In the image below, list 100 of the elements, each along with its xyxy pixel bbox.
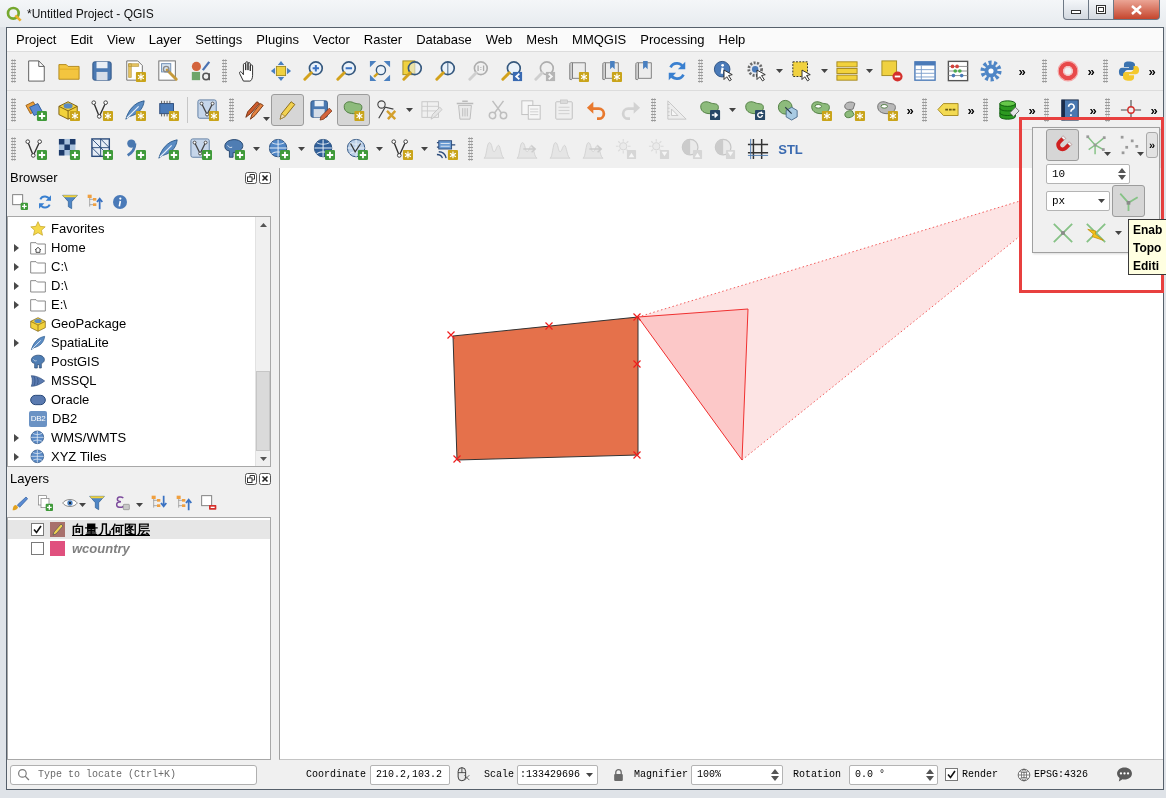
- expand-arrow-icon[interactable]: [14, 281, 19, 290]
- table-icon[interactable]: [913, 60, 936, 82]
- expand-arrow-icon[interactable]: [14, 338, 19, 347]
- info-icon[interactable]: [112, 193, 128, 210]
- caret-icon[interactable]: [586, 772, 594, 777]
- more-tools-button[interactable]: »: [1145, 59, 1159, 83]
- checkbox[interactable]: [945, 768, 959, 781]
- tree-up-arrow-icon[interactable]: [176, 494, 192, 511]
- more-tools-button[interactable]: »: [1146, 132, 1158, 158]
- ring-icon[interactable]: [1056, 60, 1079, 82]
- tree-item[interactable]: WMS/WMTS: [51, 430, 127, 445]
- layer-row[interactable]: wcountry: [8, 539, 270, 558]
- menu-item[interactable]: Raster: [356, 30, 410, 49]
- menu-item[interactable]: Mesh: [519, 30, 566, 49]
- floppy-pencil-icon[interactable]: [309, 99, 332, 121]
- text-tool-button[interactable]: STL: [774, 136, 807, 162]
- scroll-down-icon[interactable]: [259, 457, 267, 461]
- expand-arrow-icon[interactable]: [14, 300, 19, 309]
- crs-button[interactable]: EPSG:4326: [1017, 767, 1089, 782]
- layer-row[interactable]: 向量几何图层: [8, 520, 270, 539]
- menu-item[interactable]: Plugins: [249, 30, 306, 49]
- expand-arrow-icon[interactable]: [14, 262, 19, 271]
- speech-bubble-icon[interactable]: [1116, 766, 1134, 783]
- caret-icon[interactable]: [1098, 199, 1105, 203]
- funnel-icon[interactable]: [89, 494, 105, 511]
- refresh-icon[interactable]: [37, 193, 53, 210]
- style-shapes-icon[interactable]: [189, 60, 212, 82]
- plug-server-icon[interactable]: [435, 138, 458, 160]
- maximize-button[interactable]: [1089, 0, 1114, 20]
- tree-item[interactable]: XYZ Tiles: [51, 449, 107, 464]
- spin-arrows-icon[interactable]: [926, 768, 935, 781]
- vertex-star-icon[interactable]: [90, 99, 113, 121]
- checkbox[interactable]: [31, 523, 44, 536]
- caret-icon[interactable]: [420, 147, 428, 151]
- snake-icon[interactable]: [1117, 60, 1140, 82]
- tree-item[interactable]: Favorites: [51, 221, 105, 236]
- tree-up-arrow-icon[interactable]: [87, 193, 103, 210]
- tree-item[interactable]: SpatiaLite: [51, 335, 109, 350]
- caret-icon[interactable]: [775, 69, 783, 73]
- caret-icon[interactable]: [865, 69, 873, 73]
- scroll-pin-icon[interactable]: [632, 60, 655, 82]
- menu-item[interactable]: MMQGIS: [565, 30, 634, 49]
- tree-down-arrow-icon[interactable]: [151, 494, 167, 511]
- tree-item[interactable]: Home: [51, 240, 86, 255]
- square-no-entry-icon[interactable]: [880, 60, 903, 82]
- caret-icon[interactable]: [1104, 152, 1111, 156]
- tree-item[interactable]: GeoPackage: [51, 316, 127, 331]
- close-button[interactable]: [1114, 0, 1160, 20]
- caret-icon[interactable]: [297, 147, 305, 151]
- render-label[interactable]: Render: [962, 769, 999, 780]
- expand-arrows-icon[interactable]: [368, 60, 391, 82]
- circle-hexagon-icon[interactable]: [776, 99, 799, 121]
- tree-item[interactable]: E:\: [51, 297, 67, 312]
- caret-icon[interactable]: [252, 147, 260, 151]
- globe-vertex-plus-icon[interactable]: [345, 138, 368, 160]
- vertex-star-icon[interactable]: [390, 138, 413, 160]
- feather-star-icon[interactable]: [123, 99, 146, 121]
- vertex-box-plus-icon[interactable]: [189, 138, 212, 160]
- polygon-pair-icon[interactable]: [842, 99, 865, 121]
- cross-lines-icon[interactable]: [1051, 222, 1074, 244]
- caret-icon[interactable]: [375, 147, 383, 151]
- caret-icon[interactable]: [405, 108, 413, 112]
- minimize-button[interactable]: [1063, 0, 1089, 20]
- abacus-icon[interactable]: [946, 60, 969, 82]
- rotation-spinbox[interactable]: 0.0 °: [849, 764, 939, 785]
- mouse-icon[interactable]: [455, 767, 470, 782]
- funnel-icon[interactable]: [62, 193, 78, 210]
- magnet-icon[interactable]: [1046, 129, 1079, 161]
- tree-item[interactable]: MSSQL: [51, 373, 97, 388]
- scrollbar-thumb[interactable]: [256, 371, 270, 451]
- tree-item[interactable]: D:\: [51, 278, 68, 293]
- more-tools-button[interactable]: »: [903, 98, 917, 122]
- ruled-page-icon[interactable]: [123, 60, 146, 82]
- close-icon[interactable]: [259, 472, 271, 485]
- polygon-arrow-icon[interactable]: [698, 99, 721, 121]
- tree-item[interactable]: Oracle: [51, 392, 90, 407]
- feather-plus-icon[interactable]: [156, 138, 179, 160]
- polygon-hole-icon[interactable]: [875, 99, 898, 121]
- mesh-plus-icon[interactable]: [90, 138, 113, 160]
- menu-item[interactable]: Layer: [141, 30, 189, 49]
- tree-item[interactable]: PostGIS: [51, 354, 100, 369]
- menu-item[interactable]: Project: [9, 30, 64, 49]
- database-plug-icon[interactable]: [997, 99, 1020, 121]
- more-tools-button[interactable]: »: [1086, 98, 1100, 122]
- menu-item[interactable]: View: [99, 30, 142, 49]
- epsilon-icon[interactable]: [114, 494, 130, 511]
- menu-item[interactable]: Vector: [306, 30, 357, 49]
- polygon-hole-icon[interactable]: [809, 99, 832, 121]
- grid-lines-icon[interactable]: [746, 138, 769, 160]
- expand-arrow-icon[interactable]: [14, 452, 19, 461]
- float-window-icon[interactable]: [245, 171, 257, 184]
- paint-brush-icon[interactable]: [12, 494, 28, 511]
- menu-item[interactable]: Settings: [188, 30, 250, 49]
- zoom-out-icon[interactable]: [335, 60, 358, 82]
- magnifier-back-icon[interactable]: [500, 60, 523, 82]
- cube-globe-icon[interactable]: [57, 99, 80, 121]
- lock-icon[interactable]: [612, 767, 626, 782]
- scrollbar[interactable]: [255, 217, 270, 466]
- more-tools-button[interactable]: »: [964, 98, 978, 122]
- checker-plus-icon[interactable]: [57, 138, 80, 160]
